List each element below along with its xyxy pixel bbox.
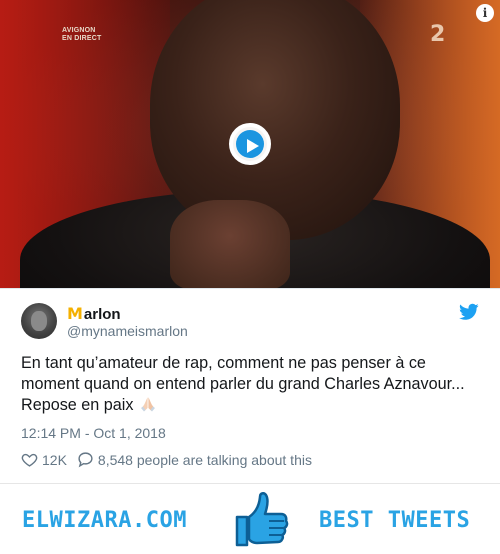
best-tweets-label: BEST TWEETS [319,508,471,533]
tweet-text: En tant qu’amateur de rap, comment ne pa… [21,353,481,416]
play-button[interactable] [229,123,271,165]
site-footer-banner: ELWIZARA.COM BEST TWEETS [0,483,500,554]
channel-caption-line2: EN DIRECT [62,35,102,42]
info-icon[interactable]: i [476,4,494,22]
display-name-text: arlon [83,306,121,323]
channel-caption: AVIGNON EN DIRECT [62,27,102,43]
tweet-timestamp[interactable]: 12:14 PM - Oct 1, 2018 [21,425,166,441]
twitter-bird-icon[interactable] [459,303,479,321]
video-performer-head [150,0,400,240]
thumbs-up-icon [235,492,289,547]
like-count[interactable]: 12K [42,452,67,468]
video-performer-hand [170,200,290,288]
conversation-count[interactable]: 8,548 people are talking about this [98,452,312,468]
video-player[interactable]: AVIGNON EN DIRECT 2 i [0,0,500,288]
tweet-text-body: En tant qu’amateur de rap, comment ne pa… [21,354,465,414]
display-name[interactable]: M arlon [67,304,121,323]
heart-icon[interactable] [21,451,38,468]
channel-caption-line1: AVIGNON [62,27,96,34]
name-emoji-m: M [67,304,83,323]
site-brand[interactable]: ELWIZARA.COM [22,508,187,533]
tweet-card: M arlon @mynameismarlon En tant qu’amate… [0,288,500,482]
tweet-actions: 12K 8,548 people are talking about this [21,451,312,468]
user-handle[interactable]: @mynameismarlon [67,323,188,339]
tv-channel-logo: 2 [430,22,446,47]
avatar[interactable] [21,303,57,339]
praying-hands-icon [141,397,155,412]
reply-bubble-icon[interactable] [77,451,94,468]
play-icon [236,130,264,158]
